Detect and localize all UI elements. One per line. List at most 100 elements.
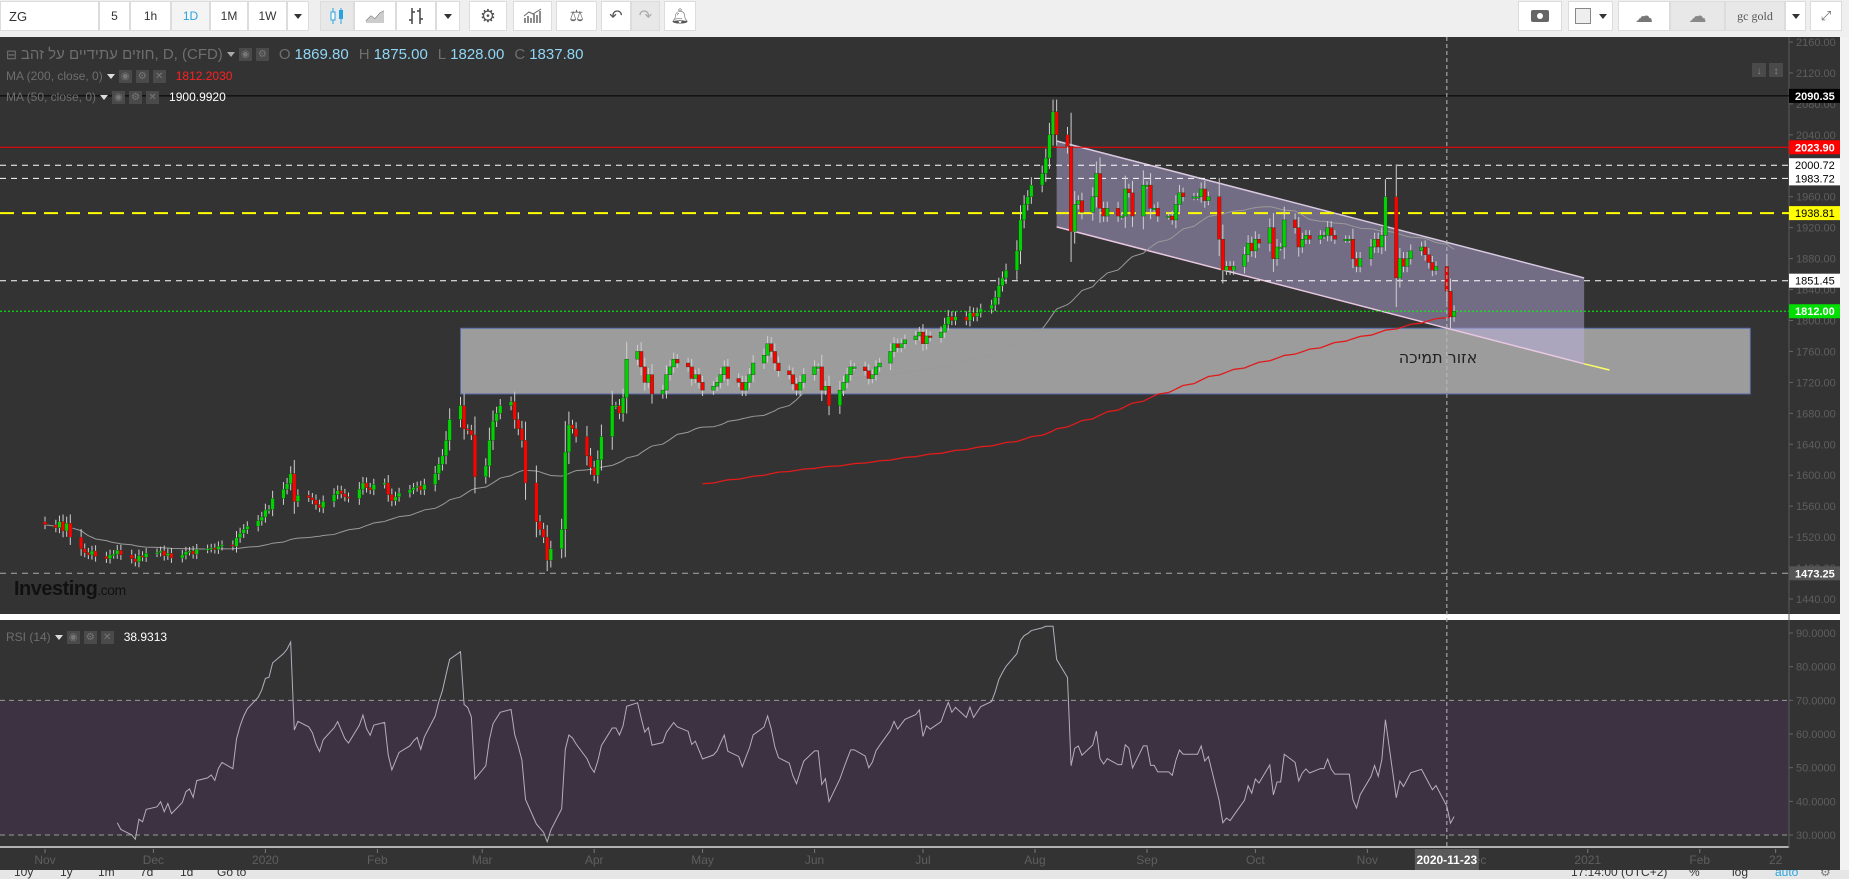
candle-down[interactable] [82, 548, 87, 553]
candle-up[interactable] [234, 537, 239, 547]
candle-up[interactable] [411, 487, 416, 491]
eye-icon[interactable]: ◉ [66, 630, 80, 644]
candle-up[interactable] [458, 405, 463, 420]
chevron-down-icon[interactable] [100, 94, 109, 100]
candle-up[interactable] [494, 413, 499, 422]
support-zone-label[interactable]: אזור תמיכה [1399, 348, 1478, 367]
candle-up[interactable] [693, 374, 698, 379]
candle-up[interactable] [899, 343, 904, 348]
candle-up[interactable] [1166, 215, 1171, 218]
candle-down[interactable] [736, 378, 741, 383]
candle-up[interactable] [335, 490, 340, 495]
candle-up[interactable] [837, 389, 842, 406]
candle-up[interactable] [1195, 196, 1200, 199]
candle-down[interactable] [523, 440, 528, 484]
candle-down[interactable] [1448, 291, 1453, 317]
candle-down[interactable] [1126, 188, 1131, 194]
ma50-label[interactable]: MA (50, close, 0) [6, 90, 96, 104]
candle-down[interactable] [689, 366, 694, 379]
candle-up[interactable] [1282, 219, 1287, 248]
candle-up[interactable] [870, 374, 875, 379]
candle-down[interactable] [364, 482, 369, 488]
gear-icon[interactable]: ⚙ [83, 630, 97, 644]
candle-up[interactable] [902, 339, 907, 344]
candle-up[interactable] [332, 494, 337, 502]
candle-down[interactable] [53, 524, 58, 529]
candle-up[interactable] [1047, 134, 1052, 159]
candle-down[interactable] [519, 428, 524, 441]
candle-up[interactable] [1000, 277, 1005, 286]
candle-up[interactable] [812, 366, 817, 375]
candle-up[interactable] [422, 484, 427, 491]
candle-up[interactable] [816, 366, 821, 369]
candle-down[interactable] [863, 366, 868, 371]
candle-up[interactable] [180, 554, 185, 559]
log-toggle[interactable]: log [1732, 870, 1748, 879]
candle-up[interactable] [711, 386, 716, 391]
candle-up[interactable] [1358, 258, 1363, 267]
candle-up[interactable] [1275, 246, 1280, 259]
candle-up[interactable] [498, 405, 503, 414]
candle-down[interactable] [642, 366, 647, 383]
collapse-icon[interactable]: ⊟ [6, 47, 17, 63]
candle-up[interactable] [220, 544, 225, 547]
candle-down[interactable] [169, 553, 174, 559]
candle-up[interactable] [559, 529, 564, 549]
candle-up[interactable] [321, 501, 326, 508]
candle-down[interactable] [191, 550, 196, 555]
candle-up[interactable] [892, 343, 897, 352]
candle-up[interactable] [1383, 196, 1388, 236]
candle-up[interactable] [1300, 239, 1305, 248]
candle-up[interactable] [646, 374, 651, 383]
candle-up[interactable] [1141, 184, 1146, 217]
candle-up[interactable] [288, 473, 293, 484]
candle-down[interactable] [346, 496, 351, 499]
candle-down[interactable] [162, 550, 167, 556]
candle-down[interactable] [649, 374, 654, 395]
candle-up[interactable] [635, 351, 640, 360]
candle-up[interactable] [259, 516, 264, 522]
candle-down[interactable] [776, 362, 781, 371]
candle-down[interactable] [1401, 258, 1406, 267]
candle-down[interactable] [1426, 254, 1431, 263]
candle-down[interactable] [1307, 235, 1312, 240]
candle-down[interactable] [1097, 173, 1102, 209]
candle-up[interactable] [975, 312, 980, 317]
gear-icon[interactable]: ⚙ [135, 69, 149, 83]
candle-up[interactable] [610, 405, 615, 437]
candle-up[interactable] [1452, 311, 1457, 317]
candle-down[interactable] [686, 362, 691, 368]
candle-up[interactable] [848, 366, 853, 375]
range-1m-button[interactable]: 1m [98, 870, 115, 879]
candle-up[interactable] [1347, 239, 1352, 241]
candle-down[interactable] [1220, 239, 1225, 271]
candle-up[interactable] [917, 331, 922, 337]
candle-up[interactable] [444, 440, 449, 457]
close-icon[interactable]: ✕ [100, 630, 114, 644]
candle-down[interactable] [118, 550, 123, 556]
close-icon[interactable]: ✕ [152, 69, 166, 83]
candle-down[interactable] [313, 499, 318, 505]
candle-up[interactable] [1029, 184, 1034, 197]
gear-icon[interactable]: ⚙ [255, 48, 269, 61]
candle-down[interactable] [787, 370, 792, 375]
candle-up[interactable] [238, 533, 243, 539]
candle-down[interactable] [1130, 192, 1135, 217]
candle-up[interactable] [1105, 208, 1110, 217]
candle-up[interactable] [1231, 266, 1236, 271]
candle-up[interactable] [1379, 235, 1384, 248]
candle-down[interactable] [769, 343, 774, 352]
candle-down[interactable] [516, 419, 521, 430]
candle-down[interactable] [675, 358, 680, 364]
candle-up[interactable] [996, 285, 1001, 298]
candle-up[interactable] [1206, 196, 1211, 201]
candle-down[interactable] [1148, 184, 1153, 209]
candle-down[interactable] [292, 473, 297, 502]
candle-up[interactable] [371, 484, 376, 491]
candle-down[interactable] [1228, 266, 1233, 271]
candle-up[interactable] [1076, 200, 1081, 205]
candle-up[interactable] [563, 451, 568, 530]
candle-down[interactable] [964, 316, 969, 321]
candle-down[interactable] [570, 424, 575, 430]
candle-down[interactable] [639, 351, 644, 368]
